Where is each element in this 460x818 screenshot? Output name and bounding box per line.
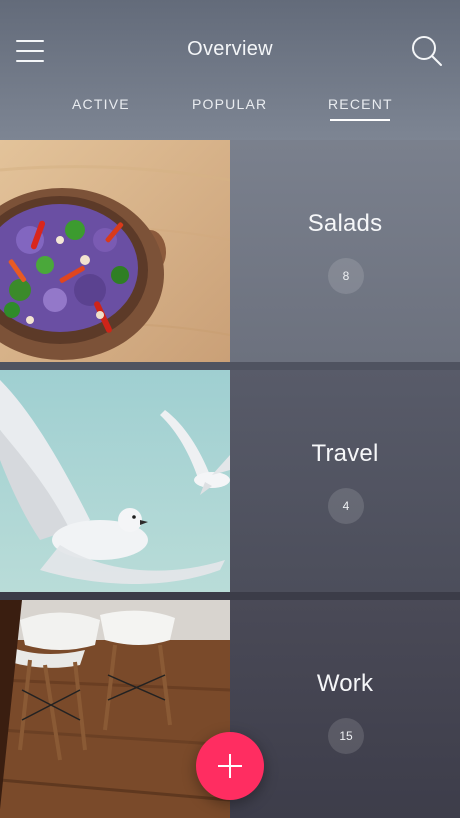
office-chairs-photo bbox=[0, 600, 230, 818]
tab-selected-indicator bbox=[330, 119, 390, 121]
count-badge: 4 bbox=[328, 488, 364, 524]
category-name: Salads bbox=[307, 210, 383, 237]
salad-bowl-photo bbox=[0, 140, 230, 362]
tab-bar: ACTIVE POPULAR RECENT bbox=[0, 96, 460, 126]
divider bbox=[0, 592, 460, 600]
tab-active[interactable]: ACTIVE bbox=[72, 96, 130, 112]
category-info: Travel 4 bbox=[230, 370, 460, 592]
count-badge: 8 bbox=[328, 258, 364, 294]
search-icon[interactable] bbox=[410, 34, 444, 68]
plus-icon bbox=[218, 754, 242, 778]
category-info: Salads 8 bbox=[230, 140, 460, 362]
page-title: Overview bbox=[187, 38, 273, 60]
list-item-travel[interactable]: Travel 4 bbox=[0, 370, 460, 592]
category-name: Travel bbox=[311, 440, 379, 467]
category-name: Work bbox=[316, 670, 374, 697]
list-item-salads[interactable]: Salads 8 bbox=[0, 140, 460, 362]
count-badge: 15 bbox=[328, 718, 364, 754]
app-header: Overview ACTIVE POPULAR RECENT bbox=[0, 0, 460, 140]
tab-recent[interactable]: RECENT bbox=[328, 96, 393, 112]
add-button[interactable] bbox=[196, 732, 264, 800]
divider bbox=[0, 362, 460, 370]
category-info: Work 15 bbox=[230, 600, 460, 818]
tab-popular[interactable]: POPULAR bbox=[192, 96, 267, 112]
seagulls-photo bbox=[0, 370, 230, 592]
